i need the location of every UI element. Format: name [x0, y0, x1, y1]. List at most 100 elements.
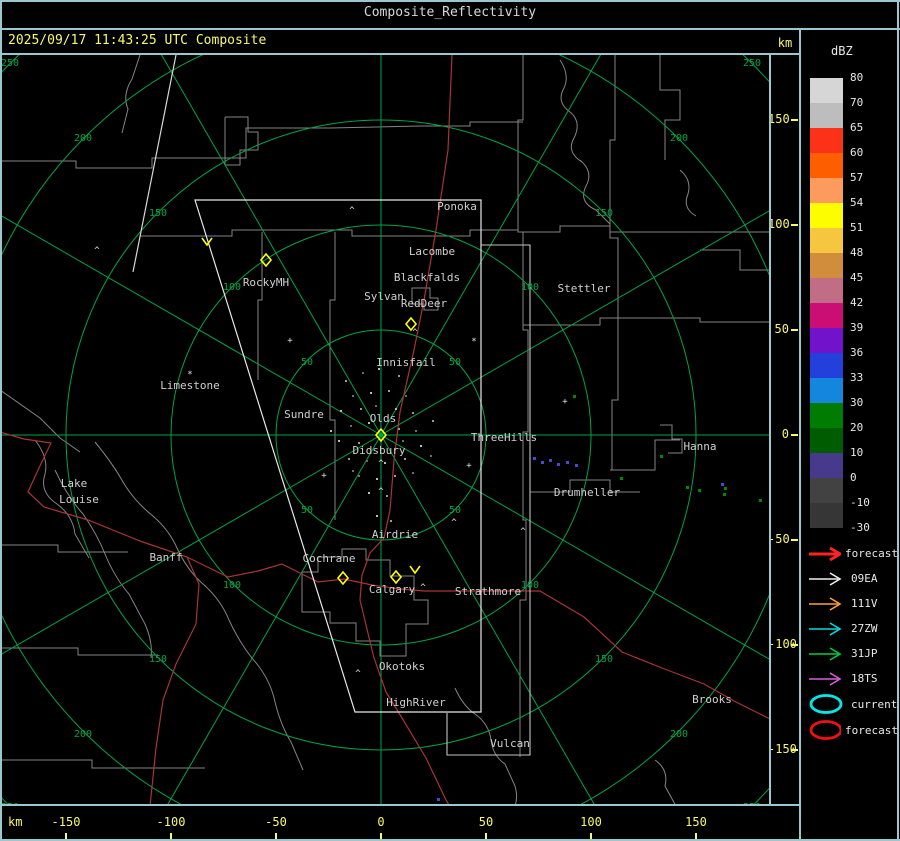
scale-tick-label: 57	[850, 171, 864, 184]
scale-band	[810, 353, 843, 378]
city-label: Drumheller	[554, 486, 621, 499]
scale-tick-label: 70	[850, 96, 864, 109]
city-label: Lacombe	[409, 245, 455, 258]
legend-ellipse-icon	[809, 694, 843, 714]
range-ring-label: 50	[449, 505, 461, 516]
right-tick-label: 0	[781, 427, 789, 441]
window-title: Composite_Reflectivity	[363, 5, 537, 20]
legend-label: forecast	[845, 547, 898, 560]
city-label: RockyMH	[243, 276, 289, 289]
right-tick	[791, 329, 798, 331]
city-label: Innisfail	[376, 356, 436, 369]
legend-label: 09EA	[851, 572, 878, 585]
legend-item: 31JP	[801, 641, 898, 666]
right-tick-label: 100	[768, 217, 790, 231]
city-label: Calgary	[369, 583, 416, 596]
scale-band	[810, 303, 843, 328]
legend-label: 18TS	[851, 672, 878, 685]
city-label: Okotoks	[379, 660, 425, 673]
city-label: Limestone	[160, 379, 220, 392]
city-label: Ponoka	[437, 200, 477, 213]
scale-band	[810, 503, 843, 528]
scale-band	[810, 203, 843, 228]
scale-band	[810, 378, 843, 403]
right-tick	[791, 644, 798, 646]
scale-band	[810, 253, 843, 278]
range-ring-label: 100	[223, 282, 241, 293]
city-label: HighRiver	[386, 696, 446, 709]
legend-item: 18TS	[801, 666, 898, 691]
right-tick-label: 50	[774, 322, 789, 336]
legend-label: current	[851, 697, 898, 711]
range-ring-label: 200	[74, 729, 92, 740]
city-label: Stettler	[558, 282, 611, 295]
town-marker: +	[321, 471, 327, 481]
side-panel: dBZ 80 70 65 60 57 54 51 48 45 42 39 36 33 30 20 10 0 -10…	[801, 30, 898, 840]
radar-site-diamond-marker	[336, 570, 350, 586]
title-bar: Composite_Reflectivity	[0, 0, 900, 26]
range-ring-label: 100	[521, 282, 539, 293]
scale-tick-label: 80	[850, 71, 864, 84]
frame-left	[0, 0, 2, 841]
bottom-tick-label: 100	[580, 815, 602, 829]
range-ring-label: 150	[149, 654, 167, 665]
right-tick-label: -150	[768, 742, 797, 756]
range-ring-label: 100	[223, 580, 241, 591]
frame-right	[897, 0, 899, 841]
city-label: Airdrie	[372, 528, 418, 541]
town-marker: ^	[378, 487, 384, 497]
scale-band	[810, 228, 843, 253]
legend-label: forecast	[845, 723, 898, 737]
scale-band	[810, 428, 843, 453]
bottom-distance-axis: km -150 -100 -50 0 50 100 150	[0, 806, 798, 839]
city-label: Louise	[59, 493, 99, 506]
legend-arrow-icon	[809, 546, 842, 561]
range-ring-label: 150	[149, 208, 167, 219]
right-tick	[791, 224, 798, 226]
frame-map-top	[0, 53, 800, 55]
town-marker: ^	[94, 246, 100, 256]
town-marker: ^	[520, 527, 526, 537]
town-marker: +	[562, 397, 568, 407]
legend-item: 111V	[801, 591, 898, 616]
scale-tick-label: 20	[850, 421, 864, 434]
legend-arrow-icon	[809, 596, 842, 611]
town-marker: ^	[451, 518, 457, 528]
town-marker: ^	[412, 328, 418, 338]
city-label: Sundre	[284, 408, 324, 421]
scale-band	[810, 178, 843, 203]
range-ring-label: 50	[449, 357, 461, 368]
frame-panel-left	[799, 28, 801, 841]
bottom-axis-unit-label: km	[8, 815, 23, 829]
city-label: ThreeHills	[471, 431, 537, 444]
legend-item: forecast	[801, 541, 898, 566]
right-tick-label: 150	[768, 112, 790, 126]
radar-site-arrow-marker	[409, 565, 421, 575]
range-ring-label: 200	[670, 729, 688, 740]
scale-tick-label: 48	[850, 246, 864, 259]
legend-label: 111V	[851, 597, 878, 610]
scale-tick-label: 39	[850, 321, 864, 334]
legend-arrow-icon	[809, 646, 842, 661]
city-label: Vulcan	[490, 737, 530, 750]
scale-tick-label: 33	[850, 371, 864, 384]
right-tick	[791, 749, 798, 751]
range-ring-label: 150	[595, 208, 613, 219]
scale-tick-label: 36	[850, 346, 864, 359]
legend-item: current	[801, 691, 898, 717]
radar-app-window: Composite_Reflectivity 2025/09/17 11:43:…	[0, 0, 900, 841]
city-label: Didsbury	[353, 444, 406, 457]
city-label: RedDeer	[401, 297, 448, 310]
city-label: Strathmore	[455, 585, 521, 598]
scale-band	[810, 478, 843, 503]
scale-tick-label: 51	[850, 221, 864, 234]
map-svg: 50 50 50 50 100 100 100 100 150 150 150 150 200 200 20…	[2, 55, 770, 805]
legend-label: 27ZW	[851, 622, 878, 635]
bottom-tick-label: 0	[377, 815, 385, 829]
radar-site-diamond-marker	[389, 569, 403, 585]
scale-band	[810, 453, 843, 478]
legend-arrow-icon	[809, 571, 842, 586]
scale-band	[810, 403, 843, 428]
scale-tick-label: 10	[850, 446, 864, 459]
legend-item: 27ZW	[801, 616, 898, 641]
